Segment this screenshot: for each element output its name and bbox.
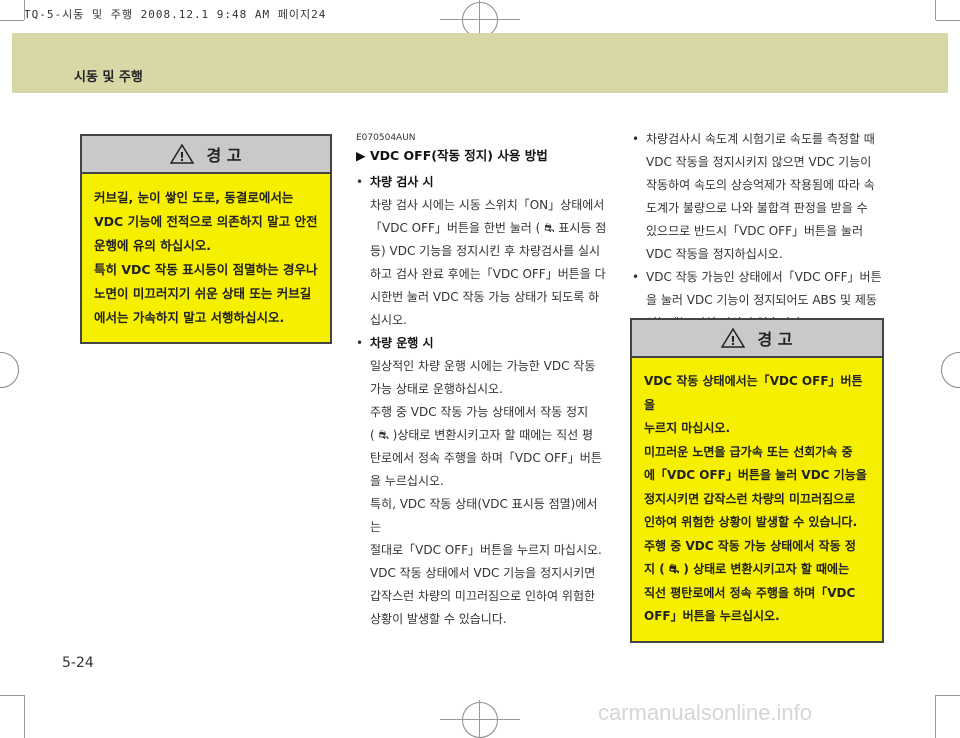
body-line: VDC 작동을 정지하십시오.	[646, 247, 783, 261]
registration-mark-right	[941, 352, 960, 388]
section-code: E070504AUN	[356, 133, 416, 143]
body-line: 하고 검사 완료 후에는「VDC OFF」버튼을 다	[370, 267, 606, 281]
warning-line: 노면이 미끄러지기 쉬운 상태 또는 커브길	[94, 286, 312, 301]
crop-mark	[24, 0, 25, 20]
list-item-title: 차량 검사 시	[370, 175, 434, 189]
list-item: • 차량검사시 속도계 시험기로 속도를 측정할 때 VDC 작동을 정지시키지…	[632, 128, 890, 266]
page-number: 5-24	[62, 655, 94, 671]
body-line: 절대로「VDC OFF」버튼을 누르지 마십시오.	[370, 543, 602, 557]
warning-line: 지 ( ⛐ ) 상태로 변환시키고자 할 때에는	[644, 562, 850, 576]
warning-line: 에「VDC OFF」버튼을 눌러 VDC 기능을	[644, 468, 867, 482]
warning-line: 누르지 마십시오.	[644, 421, 731, 435]
warning-header: ! 경 고	[82, 136, 330, 174]
section-title: 시동 및 주행	[74, 70, 143, 85]
body-line: 을 누르십시오.	[370, 474, 444, 488]
svg-text:!: !	[731, 334, 736, 348]
body-line: 차량 검사 시에는 시동 스위치「ON」상태에서	[370, 198, 605, 212]
body-line: 있으므로 반드시「VDC OFF」버튼을 눌러	[646, 224, 864, 238]
body-line: VDC 작동을 정지시키지 않으면 VDC 기능이	[646, 155, 872, 169]
warning-body: VDC 작동 상태에서는「VDC OFF」버튼을 누르지 마십시오. 미끄러운 …	[632, 358, 882, 641]
warning-line: VDC 기능에 전적으로 의존하지 말고 안전	[94, 214, 318, 229]
body-line: 탄로에서 정속 주행을 하며「VDC OFF」버튼	[370, 451, 602, 465]
body-line: 작동하여 속도의 상승억제가 작용됨에 따라 속	[646, 178, 875, 192]
warning-title: 경 고	[206, 146, 242, 165]
warning-line: 직선 평탄로에서 정속 주행을 하며「VDC	[644, 585, 856, 600]
warning-line: 인하여 위험한 상황이 발생할 수 있습니다.	[644, 515, 858, 529]
warning-line: 정지시키면 갑작스런 차량의 미끄러짐으로	[644, 491, 856, 506]
print-header: TQ-5-시동 및 주행 2008.12.1 9:48 AM 페이지24	[24, 8, 327, 21]
body-line: 십시오.	[370, 313, 407, 327]
crop-mark	[0, 695, 24, 696]
body-line: 갑작스런 차량의 미끄러짐으로 인하여 위험한	[370, 589, 596, 603]
body-line: 차량검사시 속도계 시험기로 속도를 측정할 때	[646, 132, 875, 146]
crop-mark	[0, 20, 24, 21]
warning-header: ! 경 고	[632, 320, 882, 358]
crop-mark	[936, 20, 960, 21]
subsection-heading: ▶ VDC OFF(작동 정지) 사용 방법	[356, 148, 548, 163]
warning-line: 특히 VDC 작동 표시등이 점멸하는 경우나	[94, 262, 318, 277]
warning-line: VDC 작동 상태에서는「VDC OFF」버튼을	[644, 374, 863, 412]
body-line: 가능 상태로 운행하십시오.	[370, 382, 503, 396]
body-line: 도계가 불량으로 나와 불합격 판정을 받을 수	[646, 201, 868, 215]
body-line: 일상적인 차량 운행 시에는 가능한 VDC 작동	[370, 359, 596, 373]
body-line: ( ⛐ )상태로 변환시키고자 할 때에는 직선 평	[370, 428, 594, 442]
warning-triangle-icon: !	[170, 144, 195, 164]
warning-box-right: ! 경 고 VDC 작동 상태에서는「VDC OFF」버튼을 누르지 마십시오.…	[630, 318, 884, 643]
list-item: • 차량 검사 시	[356, 171, 608, 194]
registration-line	[440, 19, 520, 20]
warning-line: 운행에 유의 하십시오.	[94, 238, 211, 253]
body-line: 등) VDC 기능을 정지시킨 후 차량검사를 실시	[370, 244, 601, 258]
bullet: •	[632, 132, 640, 146]
warning-line: 에서는 가속하지 말고 서행하십시오.	[94, 310, 285, 325]
bullet: •	[356, 336, 364, 350]
warning-line: 커브길, 눈이 쌓인 도로, 동결로에서는	[94, 190, 294, 205]
body-line: 시한번 눌러 VDC 작동 가능 상태가 되도록 하	[370, 290, 600, 304]
registration-mark-left	[0, 352, 19, 388]
header-band	[12, 33, 948, 93]
list-item: • 차량 운행 시	[356, 332, 608, 355]
list-item-title: 차량 운행 시	[370, 336, 434, 350]
right-column: • 차량검사시 속도계 시험기로 속도를 측정할 때 VDC 작동을 정지시키지…	[632, 128, 890, 335]
middle-column: E070504AUN ▶ VDC OFF(작동 정지) 사용 방법 • 차량 검…	[356, 132, 608, 631]
crop-mark	[935, 695, 936, 738]
crop-mark	[24, 695, 25, 738]
warning-title: 경 고	[757, 330, 793, 349]
watermark: carmanualsonline.info	[598, 700, 813, 725]
list-item-body: 차량 검사 시에는 시동 스위치「ON」상태에서 「VDC OFF」버튼을 한번…	[356, 194, 608, 332]
body-line: VDC 작동 가능인 상태에서「VDC OFF」버튼	[646, 270, 882, 284]
body-line: 「VDC OFF」버튼을 한번 눌러 ( ⛐ 표시등 점	[370, 221, 607, 235]
list-item-body: 일상적인 차량 운행 시에는 가능한 VDC 작동 가능 상태로 운행하십시오.…	[356, 355, 608, 631]
body-line: 주행 중 VDC 작동 가능 상태에서 작동 정지	[370, 405, 589, 419]
registration-line	[479, 700, 480, 738]
warning-body: 커브길, 눈이 쌓인 도로, 동결로에서는 VDC 기능에 전적으로 의존하지 …	[82, 174, 330, 342]
warning-triangle-icon: !	[721, 328, 746, 348]
bullet: •	[356, 175, 364, 189]
warning-line: 주행 중 VDC 작동 가능 상태에서 작동 정	[644, 538, 856, 553]
crop-mark	[936, 695, 960, 696]
body-line: 특히, VDC 작동 상태(VDC 표시등 점멸)에서는	[370, 497, 598, 534]
crop-mark	[935, 0, 936, 20]
warning-box-left: ! 경 고 커브길, 눈이 쌓인 도로, 동결로에서는 VDC 기능에 전적으로…	[80, 134, 332, 344]
body-line: VDC 작동 상태에서 VDC 기능을 정지시키면	[370, 566, 596, 580]
warning-line: OFF」버튼을 누르십시오.	[644, 609, 780, 623]
list-item-body: 차량검사시 속도계 시험기로 속도를 측정할 때 VDC 작동을 정지시키지 않…	[646, 128, 875, 266]
registration-mark-bottom	[462, 702, 498, 738]
body-line: 을 눌러 VDC 기능이 정지되어도 ABS 및 제동	[646, 293, 877, 307]
warning-line: 미끄러운 노면을 급가속 또는 선회가속 중	[644, 444, 853, 459]
registration-line	[440, 719, 520, 720]
body-line: 상황이 발생할 수 있습니다.	[370, 612, 507, 626]
svg-text:!: !	[180, 150, 185, 164]
